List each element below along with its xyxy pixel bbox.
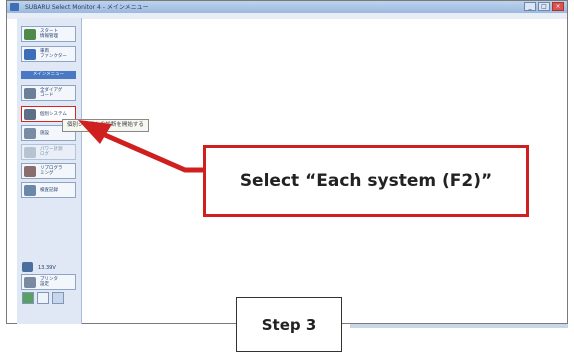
status-strip <box>350 324 568 328</box>
window-controls: _ □ × <box>524 2 564 11</box>
vehicle-function-button[interactable]: 車両 ファンクター <box>21 46 76 62</box>
printer-settings-label: プリンタ 設定 <box>40 277 58 287</box>
window-title: SUBARU Select Monitor 4 - メインメニュー <box>25 4 149 11</box>
facility-label: 施設 <box>40 130 49 136</box>
inspection-record-button[interactable]: 検査記録 <box>21 182 76 198</box>
power-icon <box>24 146 36 158</box>
reprogramming-label: リプログラ ミング <box>40 166 63 176</box>
close-icon[interactable]: × <box>552 2 564 11</box>
all-dtc-button[interactable]: 全ダイアグ コード <box>21 85 76 101</box>
menu-bar <box>7 13 567 19</box>
bottom-toolbar <box>22 292 64 304</box>
record-icon <box>24 184 36 196</box>
power-log-label: パワー計測 ログ <box>40 147 63 157</box>
inspection-record-label: 検査記録 <box>40 187 58 193</box>
home-icon[interactable] <box>52 292 64 304</box>
voltage-readout: 13.39V <box>38 265 56 271</box>
start-info-label: スタート 情報管理 <box>40 29 58 39</box>
tooltip: 個別システムの診断を開始する <box>62 119 149 132</box>
minimize-icon[interactable]: _ <box>524 2 536 11</box>
app-icon <box>10 3 19 11</box>
sidebar: スタート 情報管理 車両 ファンクター メインメニュー 全ダイアグ コード 個別… <box>17 18 82 324</box>
car-icon <box>24 28 36 40</box>
reprogramming-button[interactable]: リプログラ ミング <box>21 163 76 179</box>
power-log-button[interactable]: パワー計測 ログ <box>21 144 76 160</box>
system-icon <box>24 108 36 120</box>
step-label-box: Step 3 <box>236 297 342 352</box>
network-icon <box>24 48 36 60</box>
settings-icon[interactable] <box>22 292 34 304</box>
step-label: Step 3 <box>261 315 317 334</box>
callout-text: Select “Each system (F2)” <box>239 171 493 191</box>
main-menu-title: メインメニュー <box>21 71 76 79</box>
diagnostic-icon <box>24 87 36 99</box>
each-system-label: 個別システム <box>40 111 67 117</box>
instruction-callout: Select “Each system (F2)” <box>203 145 529 217</box>
facility-icon <box>24 127 36 139</box>
printer-settings-button[interactable]: プリンタ 設定 <box>21 274 76 290</box>
start-info-button[interactable]: スタート 情報管理 <box>21 26 76 42</box>
all-dtc-label: 全ダイアグ コード <box>40 88 63 98</box>
vehicle-function-label: 車両 ファンクター <box>40 49 67 59</box>
save-icon[interactable] <box>37 292 49 304</box>
battery-icon <box>22 262 33 272</box>
maximize-icon[interactable]: □ <box>538 2 550 11</box>
reprogram-icon <box>24 165 36 177</box>
printer-icon <box>24 276 36 288</box>
